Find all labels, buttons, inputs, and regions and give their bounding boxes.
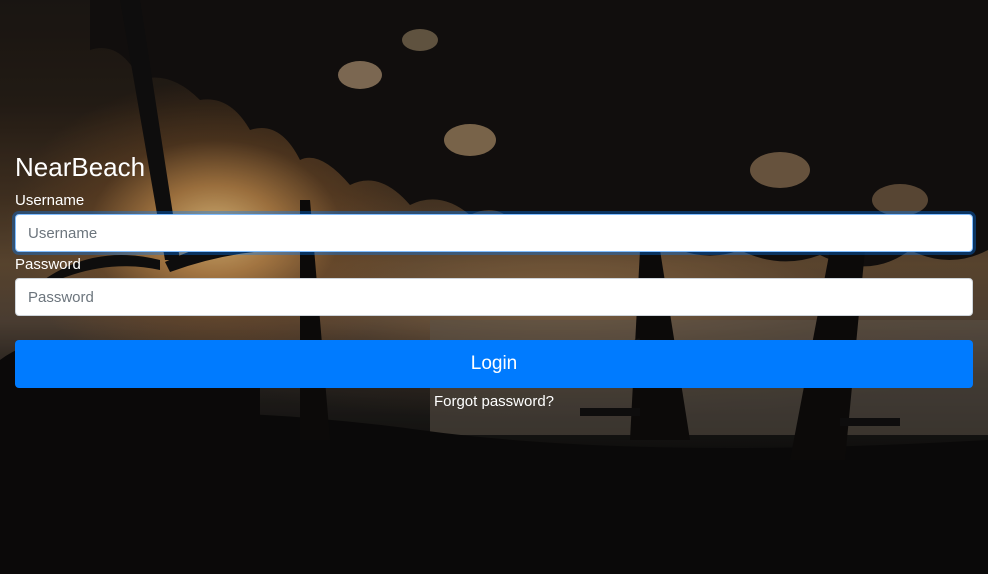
password-label: Password [15, 256, 81, 273]
forgot-password-link[interactable]: Forgot password? [15, 392, 973, 412]
login-button[interactable]: Login [15, 340, 973, 388]
login-form: NearBeach Username Password Login Forgot… [15, 150, 973, 412]
password-input[interactable] [15, 278, 973, 316]
app-title: NearBeach [15, 152, 146, 182]
username-input[interactable] [15, 214, 973, 252]
username-label: Username [15, 192, 85, 209]
